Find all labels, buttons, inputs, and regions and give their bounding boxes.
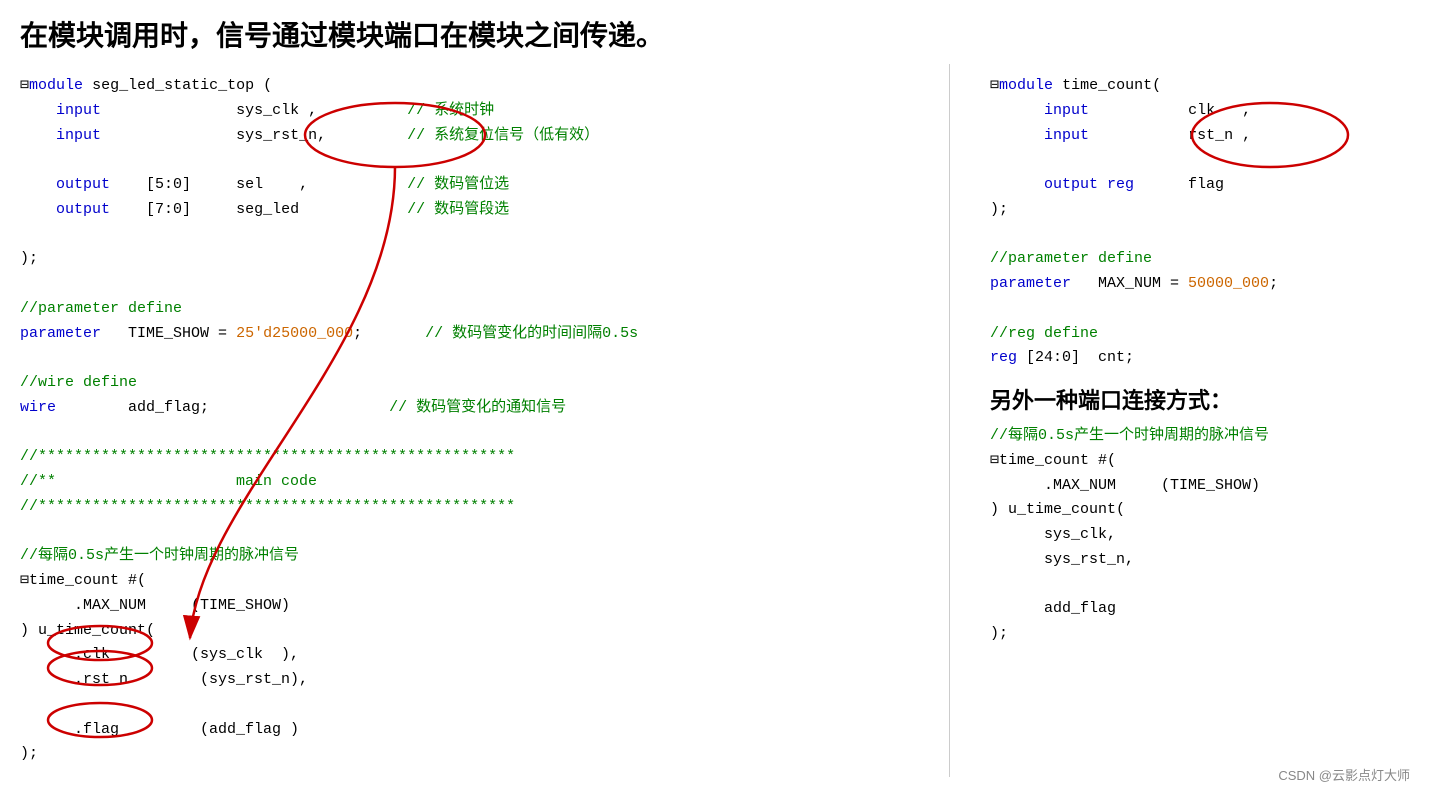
page-title: 在模块调用时，信号通过模块端口在模块之间传递。: [0, 0, 1430, 64]
section-title: 另外一种端口连接方式：: [990, 383, 1410, 418]
panel-divider: [949, 64, 950, 777]
right-code-panel: ⊟module time_count( input clk , input rs…: [980, 64, 1420, 777]
left-code-panel: ⊟module seg_led_static_top ( input sys_c…: [10, 64, 919, 777]
watermark: CSDN @云影点灯大师: [1278, 765, 1410, 784]
right-code-bottom: //每隔0.5s产生一个时钟周期的脉冲信号 ⊟time_count #( .MA…: [990, 424, 1410, 647]
right-code-top: ⊟module time_count( input clk , input rs…: [990, 74, 1410, 371]
left-code: ⊟module seg_led_static_top ( input sys_c…: [20, 74, 909, 767]
